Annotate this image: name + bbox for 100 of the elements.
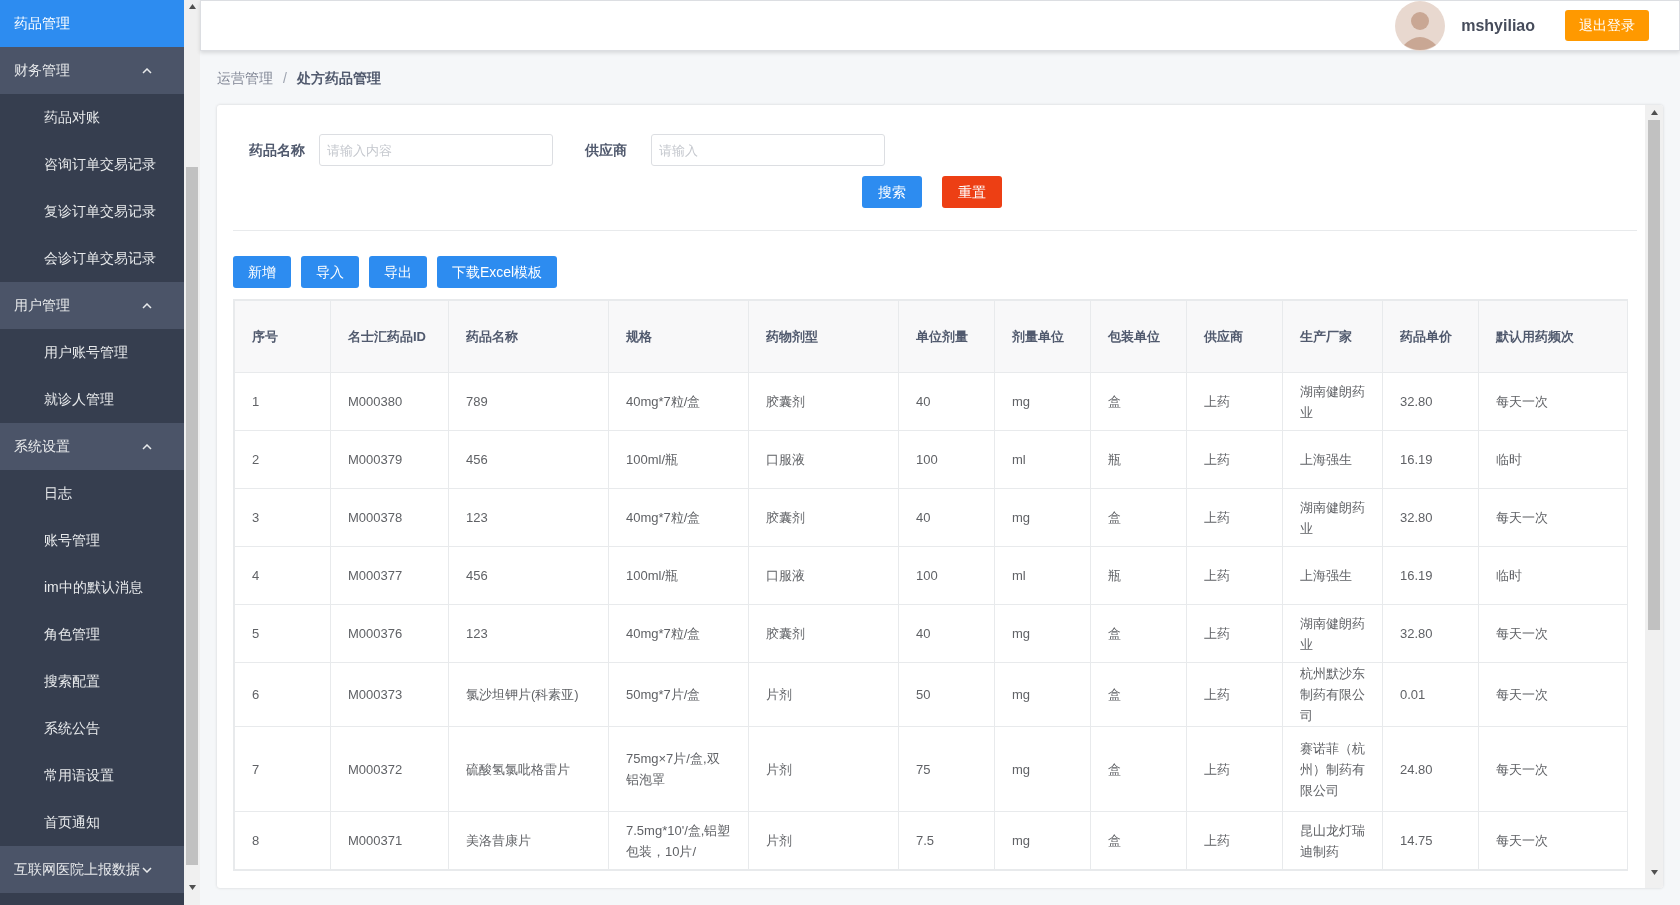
- scroll-up-icon[interactable]: [188, 4, 196, 9]
- table-cell: 盒: [1090, 811, 1187, 870]
- table-cell: mg: [994, 811, 1091, 870]
- table-cell: 50: [898, 662, 995, 727]
- table-cell: M000379: [330, 430, 449, 489]
- table-cell: 湖南健朗药业: [1282, 372, 1383, 431]
- column-header: 药物剂型: [748, 300, 899, 373]
- table-cell: 上药: [1186, 372, 1283, 431]
- column-header: 规格: [608, 300, 749, 373]
- table-cell: M000377: [330, 546, 449, 605]
- table-cell: mg: [994, 662, 1091, 727]
- table-cell: 75mg×7片/盒,双铝泡罩: [608, 726, 749, 812]
- breadcrumb-item: 处方药品管理: [296, 68, 381, 88]
- table-cell: 上药: [1186, 488, 1283, 547]
- scroll-up-icon[interactable]: [1650, 110, 1658, 115]
- username: mshyiliao: [1461, 15, 1535, 36]
- table-cell: 片剂: [748, 811, 899, 870]
- table-cell: 盒: [1090, 372, 1187, 431]
- table-cell: 40mg*7粒/盒: [608, 604, 749, 663]
- table-cell: 40: [898, 372, 995, 431]
- table-cell: 美洛昔康片: [448, 811, 609, 870]
- table-cell: M000376: [330, 604, 449, 663]
- table-cell: 盒: [1090, 604, 1187, 663]
- avatar: [1395, 0, 1446, 51]
- table-cell: 胶囊剂: [748, 488, 899, 547]
- table-cell: 6: [234, 662, 331, 727]
- table-cell: 每天一次: [1478, 662, 1628, 727]
- table-cell: mg: [994, 726, 1091, 812]
- table-cell: 湖南健朗药业: [1282, 488, 1383, 547]
- scrollbar[interactable]: [1645, 105, 1663, 888]
- sidebar-item[interactable]: 财务管理: [0, 47, 184, 94]
- table-cell: M000380: [330, 372, 449, 431]
- column-header: 供应商: [1186, 300, 1283, 373]
- column-header: 名士汇药品ID: [330, 300, 449, 373]
- scroll-thumb[interactable]: [186, 167, 198, 865]
- table-cell: 硫酸氢氯吡格雷片: [448, 726, 609, 812]
- chevron-up-icon: [142, 443, 152, 450]
- table-cell: 5: [234, 604, 331, 663]
- table-cell: 胶囊剂: [748, 372, 899, 431]
- table-cell: 24.80: [1382, 726, 1479, 812]
- sidebar-item[interactable]: 用户管理: [0, 282, 184, 329]
- column-header: 单位剂量: [898, 300, 995, 373]
- table-cell: 盒: [1090, 726, 1187, 812]
- table-cell: 7.5mg*10'/盒,铝塑包装，10片/: [608, 811, 749, 870]
- column-header: 剂量单位: [994, 300, 1091, 373]
- table-cell: 123: [448, 604, 609, 663]
- column-header: 药品名称: [448, 300, 609, 373]
- table-cell: 胶囊剂: [748, 604, 899, 663]
- sidebar-item[interactable]: 互联网医院上报数据: [0, 846, 184, 893]
- table-cell: 7: [234, 726, 331, 812]
- table-cell: 盒: [1090, 488, 1187, 547]
- table-cell: 片剂: [748, 662, 899, 727]
- breadcrumb-item[interactable]: 运营管理: [217, 67, 273, 89]
- table-cell: 上药: [1186, 546, 1283, 605]
- scrollbar[interactable]: [184, 0, 200, 905]
- table-cell: mg: [994, 604, 1091, 663]
- table-cell: 2: [234, 430, 331, 489]
- table-cell: 赛诺菲（杭州）制药有限公司: [1282, 726, 1383, 812]
- table-cell: M000373: [330, 662, 449, 727]
- scroll-down-icon[interactable]: [188, 885, 196, 890]
- scroll-down-icon[interactable]: [1650, 870, 1658, 875]
- table-cell: 456: [448, 430, 609, 489]
- table-cell: 上海强生: [1282, 430, 1383, 489]
- table-cell: 临时: [1478, 430, 1628, 489]
- table-cell: 40: [898, 604, 995, 663]
- table-cell: 湖南健朗药业: [1282, 604, 1383, 663]
- table-cell: 每天一次: [1478, 372, 1628, 431]
- table-cell: 0.01: [1382, 662, 1479, 727]
- scroll-thumb[interactable]: [1648, 120, 1660, 630]
- table-cell: 16.19: [1382, 430, 1479, 489]
- menu-label: 系统设置: [14, 437, 70, 456]
- table-cell: mg: [994, 372, 1091, 431]
- table-cell: 口服液: [748, 546, 899, 605]
- table-cell: 100: [898, 430, 995, 489]
- table-cell: 123: [448, 488, 609, 547]
- table-cell: ml: [994, 546, 1091, 605]
- column-header: 默认用药频次: [1478, 300, 1628, 373]
- table-cell: 14.75: [1382, 811, 1479, 870]
- table-cell: 32.80: [1382, 488, 1479, 547]
- table-cell: 临时: [1478, 546, 1628, 605]
- breadcrumb-separator: /: [283, 68, 287, 88]
- table-cell: 32.80: [1382, 372, 1479, 431]
- table-cell: 456: [448, 546, 609, 605]
- table-cell: M000371: [330, 811, 449, 870]
- table-cell: 氯沙坦钾片(科素亚): [448, 662, 609, 727]
- sidebar-item[interactable]: 系统设置: [0, 423, 184, 470]
- column-header: 序号: [234, 300, 331, 373]
- chevron-down-icon: [142, 866, 152, 873]
- table-cell: 上药: [1186, 811, 1283, 870]
- table-cell: 50mg*7片/盒: [608, 662, 749, 727]
- column-header: 包装单位: [1090, 300, 1187, 373]
- menu-label: 财务管理: [14, 61, 70, 80]
- table-cell: 上药: [1186, 430, 1283, 489]
- table-cell: 上药: [1186, 662, 1283, 727]
- table-cell: 每天一次: [1478, 726, 1628, 812]
- table-cell: 40: [898, 488, 995, 547]
- table-cell: 40mg*7粒/盒: [608, 488, 749, 547]
- reset-button[interactable]: 重置: [942, 176, 1002, 208]
- table-cell: ml: [994, 430, 1091, 489]
- table-cell: 3: [234, 488, 331, 547]
